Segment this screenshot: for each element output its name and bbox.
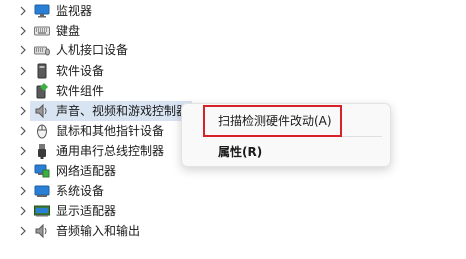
system-device-icon bbox=[34, 183, 50, 199]
tree-item-mouse[interactable]: 鼠标和其他指针设备 bbox=[0, 121, 200, 141]
tree-item-label: 键盘 bbox=[56, 24, 81, 38]
mouse-icon bbox=[34, 123, 50, 139]
tree-item-label: 软件组件 bbox=[56, 84, 105, 98]
chevron-right-icon[interactable] bbox=[18, 225, 28, 237]
chevron-right-icon[interactable] bbox=[18, 185, 28, 197]
chevron-right-icon[interactable] bbox=[18, 44, 28, 56]
monitor-icon bbox=[34, 3, 50, 19]
chevron-right-icon[interactable] bbox=[18, 125, 28, 137]
tree-item-sound-video-game[interactable]: 声音、视频和游戏控制器 bbox=[20, 101, 192, 121]
chevron-right-icon[interactable] bbox=[18, 85, 28, 97]
tree-item-label: 声音、视频和游戏控制器 bbox=[56, 104, 188, 118]
display-adapter-icon bbox=[34, 203, 50, 219]
chevron-right-icon[interactable] bbox=[18, 65, 28, 77]
properties-item[interactable]: 属性(R) bbox=[186, 141, 386, 163]
speaker-icon bbox=[34, 103, 50, 119]
chevron-right-icon[interactable] bbox=[18, 205, 28, 217]
tree-item-usb[interactable]: 通用串行总线控制器 bbox=[0, 141, 200, 161]
tree-item-label: 通用串行总线控制器 bbox=[56, 144, 165, 158]
annotation-highlight-box bbox=[203, 105, 342, 137]
tree-item-network[interactable]: 网络适配器 bbox=[0, 161, 200, 181]
chevron-right-icon[interactable] bbox=[18, 25, 28, 37]
tree-item-display-adapter[interactable]: 显示适配器 bbox=[0, 201, 200, 221]
properties-label: 属性(R) bbox=[218, 145, 263, 159]
keyboard-icon bbox=[34, 23, 50, 39]
audio-io-icon bbox=[34, 223, 50, 239]
tree-item-label: 软件设备 bbox=[56, 64, 105, 78]
chevron-right-icon[interactable] bbox=[18, 5, 28, 17]
chevron-right-icon[interactable] bbox=[18, 165, 28, 177]
tree-item-hid[interactable]: 人机接口设备 bbox=[0, 40, 200, 60]
tree-item-keyboard[interactable]: 键盘 bbox=[0, 21, 200, 41]
tree-item-label: 系统设备 bbox=[56, 184, 105, 198]
hid-icon bbox=[34, 42, 50, 58]
usb-icon bbox=[34, 143, 50, 159]
tree-item-monitor[interactable]: 监视器 bbox=[0, 1, 200, 21]
tree-item-software-component[interactable]: 软件组件 bbox=[0, 81, 200, 101]
tree-item-label: 监视器 bbox=[56, 4, 93, 18]
network-adapter-icon bbox=[34, 163, 50, 179]
software-device-icon bbox=[34, 63, 50, 79]
tree-item-label: 显示适配器 bbox=[56, 204, 117, 218]
tree-item-software-device[interactable]: 软件设备 bbox=[0, 61, 200, 81]
software-component-icon bbox=[34, 83, 50, 99]
tree-item-system[interactable]: 系统设备 bbox=[0, 181, 200, 201]
tree-item-label: 音频输入和输出 bbox=[56, 224, 141, 238]
tree-item-label: 人机接口设备 bbox=[56, 43, 129, 57]
chevron-right-icon[interactable] bbox=[18, 105, 28, 117]
tree-item-label: 鼠标和其他指针设备 bbox=[56, 124, 165, 138]
tree-item-label: 网络适配器 bbox=[56, 164, 117, 178]
tree-item-audio-io[interactable]: 音频输入和输出 bbox=[0, 221, 200, 241]
chevron-right-icon[interactable] bbox=[18, 145, 28, 157]
